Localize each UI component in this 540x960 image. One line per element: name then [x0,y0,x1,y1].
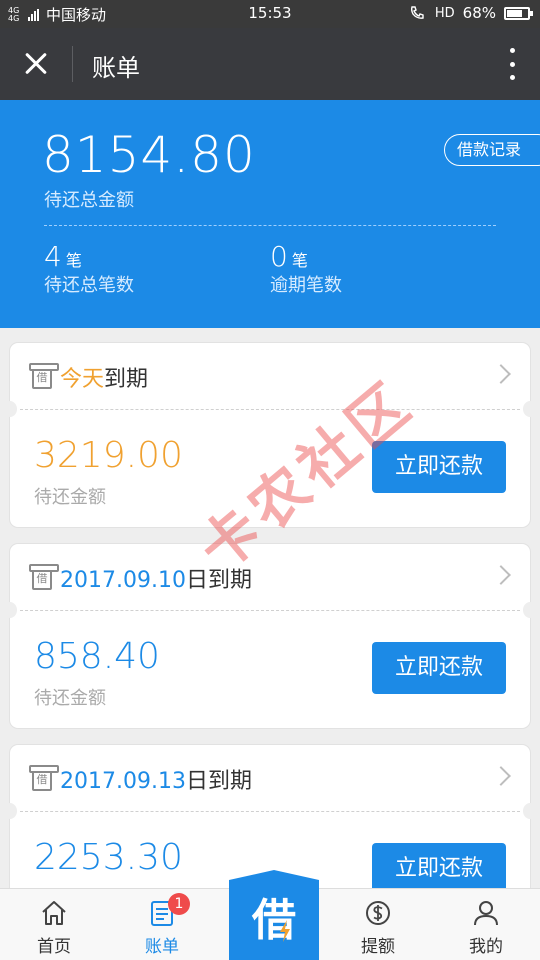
card-notch [3,803,17,819]
chevron-right-icon [491,766,511,786]
date-icon: 借 [29,765,59,791]
due-date-suffix: 到期 [104,367,149,392]
tab-quota[interactable]: 提额 [324,889,432,960]
card-notch [3,401,17,417]
status-right: HD 68% [409,4,533,22]
card-divider [20,409,520,410]
card-notch [523,803,537,819]
date-icon: 借 [29,363,59,389]
battery-percent: 68% [462,4,496,22]
bill-card: 借 2017.09.13日到期 2253.30 立即还款 [3,745,537,895]
repay-now-button[interactable]: 立即还款 [372,642,506,694]
bill-amount: 3219.00 [34,435,183,476]
dollar-icon [366,901,390,925]
due-date-highlight: 2017.09.10 [60,568,186,593]
card-notch [3,602,17,618]
due-date-suffix: 日到期 [185,769,252,794]
tab-mine[interactable]: 我的 [432,889,540,960]
overdue-count-stat: 0笔 逾期笔数 [270,240,342,297]
bill-card: 借 2017.09.10日到期 858.40 待还金额 立即还款 [3,544,537,728]
tab-quota-label: 提额 [361,937,395,957]
tab-home[interactable]: 首页 [0,889,108,960]
tab-bills-label: 账单 [145,937,179,957]
pending-unit: 笔 [65,251,82,270]
card-divider [20,610,520,611]
status-bar: 4G 4G 中国移动 15:53 HD 68% [0,0,540,28]
tab-mine-label: 我的 [469,937,503,957]
bills-badge: 1 [168,893,190,915]
card-notch [523,602,537,618]
card-notch [523,401,537,417]
home-icon [42,901,66,925]
total-due-amount: 8154.80 [42,126,256,184]
card-divider [20,811,520,812]
due-date-highlight: 今天 [60,367,105,392]
battery-icon [504,6,533,20]
bill-amount-label: 待还金额 [34,688,106,709]
more-icon[interactable] [506,48,518,80]
chevron-right-icon [491,565,511,585]
battery-fill [507,9,522,17]
overdue-unit: 笔 [291,251,308,270]
pending-count-stat: 4笔 待还总笔数 [44,240,134,297]
pending-count: 4 [44,240,62,273]
due-date-highlight: 2017.09.13 [60,769,186,794]
pending-count-label: 待还总笔数 [44,275,134,296]
bill-amount-label: 待还金额 [34,487,106,508]
loan-history-button[interactable]: 借款记录 [444,134,540,166]
title-divider [72,46,73,82]
overdue-count-label: 逾期笔数 [270,275,342,296]
overdue-count: 0 [270,240,288,273]
bill-amount: 2253.30 [34,837,183,878]
tab-bills[interactable]: 1 账单 [108,889,216,960]
borrow-button[interactable]: 借 [229,870,319,960]
borrow-label: 借 [252,895,296,946]
lightning-icon [280,920,290,942]
close-icon[interactable] [14,42,58,86]
bill-card-header[interactable]: 借 2017.09.13日到期 [10,745,530,811]
total-due-label: 待还总金额 [44,190,134,211]
bill-card-header[interactable]: 借 今天到期 [10,343,530,409]
phone-hd-icon [410,6,424,19]
date-icon: 借 [29,564,59,590]
hd-label: HD [434,5,455,21]
bill-amount: 858.40 [34,636,160,677]
due-date-text: 2017.09.13日到期 [60,763,252,795]
due-date-text: 今天到期 [60,361,148,393]
tab-home-label: 首页 [37,937,71,957]
page-title: 账单 [92,54,140,82]
bill-summary: 8154.80 待还总金额 借款记录 4笔 待还总笔数 0笔 逾期笔数 [0,100,540,328]
person-icon [474,901,498,926]
title-bar: 账单 [0,28,540,100]
chevron-right-icon [491,364,511,384]
summary-divider [44,225,496,226]
